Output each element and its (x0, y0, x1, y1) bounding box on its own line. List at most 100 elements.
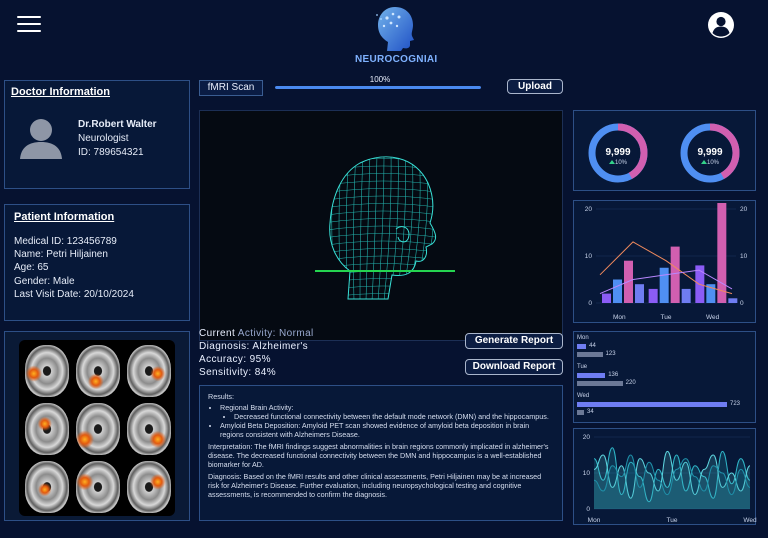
upload-progress-fill (275, 86, 481, 89)
hbar-value-label: 723 (730, 401, 741, 407)
doctor-name: Dr.Robert Walter (78, 119, 157, 130)
mesh-line (329, 165, 436, 172)
hbar-category-label: Mon (577, 335, 589, 341)
bar (681, 288, 691, 303)
mesh-line (329, 210, 436, 217)
mri-slice[interactable] (127, 403, 171, 455)
mri-slice[interactable] (127, 345, 171, 397)
brain-head-logo-icon (376, 7, 414, 51)
bar (648, 288, 658, 303)
mri-slice[interactable] (76, 461, 120, 513)
interpretation-text: Interpretation: The fMRI findings sugges… (208, 442, 549, 469)
hbar-category-label: Wed (577, 393, 590, 399)
mri-slice[interactable] (25, 403, 69, 455)
mesh-line (329, 263, 436, 269)
mesh-line (401, 156, 414, 300)
doctor-details: Dr.Robert Walter Neurologist ID: 7896543… (78, 118, 157, 160)
y-tick-label: 10 (583, 470, 591, 477)
mri-slice-grid (19, 340, 175, 516)
app-logo: NEUROCOGNIAI (355, 4, 437, 66)
scan-3d-viewer[interactable] (199, 110, 563, 341)
x-tick-label: Tue (667, 517, 678, 524)
hbar-value-label: 34 (587, 409, 594, 415)
y-tick-label: 0 (586, 506, 590, 513)
mri-slice[interactable] (76, 403, 120, 455)
hbar-value-label: 136 (608, 372, 619, 378)
mri-slice[interactable] (76, 345, 120, 397)
hbar (577, 344, 587, 349)
diagnosis-text: Diagnosis: Based on the fMRI results and… (208, 472, 542, 499)
mesh-line (329, 203, 436, 209)
regional-activity-heading: Regional Brain Activity: (220, 403, 294, 412)
patient-gender: Gender: Male (14, 275, 75, 287)
hbar (577, 381, 623, 386)
mri-slices-panel (4, 331, 190, 521)
hbar-value-label: 44 (589, 343, 596, 349)
amyloid-item: Amyloid Beta Deposition: Amyloid PET sca… (220, 421, 554, 439)
diagnosis-summary: Current Activity: Normal Diagnosis: Alzh… (199, 327, 314, 379)
mri-slice[interactable] (25, 345, 69, 397)
upload-button[interactable]: Upload (507, 79, 563, 94)
results-panel: Results: Regional Brain Activity: Decrea… (199, 385, 563, 521)
doctor-id: ID: 789654321 (78, 147, 144, 158)
hbar-chart: Mon 44 123 Tue 136 220 Wed 723 34 (574, 332, 757, 424)
bar (635, 284, 644, 303)
activity-label: Current (199, 328, 236, 339)
doctor-avatar-icon (20, 119, 62, 159)
patient-medical-id: Medical ID: 123456789 (14, 236, 117, 247)
generate-report-button[interactable]: Generate Report (465, 333, 563, 349)
kpi-donuts: 9,999 10% 9,999 10% (588, 123, 740, 183)
y-tick-label-right: 20 (740, 206, 748, 213)
results-heading: Results: (208, 392, 234, 401)
mesh-line (338, 156, 343, 300)
mesh-line (329, 188, 436, 194)
mesh-line (320, 151, 445, 156)
wireframe-head-icon (320, 151, 445, 300)
y-tick-label: 10 (585, 253, 593, 260)
download-report-button[interactable]: Download Report (465, 359, 563, 375)
x-tick-label: Wed (706, 314, 720, 321)
progress-label: 100% (369, 75, 391, 84)
x-tick-label: Mon (613, 314, 626, 321)
results-list: Regional Brain Activity: Decreased funct… (220, 403, 554, 439)
mesh-line (329, 278, 436, 284)
hbar (577, 402, 727, 407)
slice-indicator-line[interactable] (315, 270, 455, 272)
menu-button[interactable] (17, 14, 41, 34)
kpi-value: 9,999 (605, 147, 630, 158)
bar (728, 298, 738, 303)
upload-progress-bar (275, 86, 481, 89)
mesh-line (407, 156, 421, 300)
accuracy-line: Accuracy: 95% (199, 354, 271, 365)
y-tick-label: 20 (585, 206, 593, 213)
hbar (577, 352, 603, 357)
scan-type-tab[interactable]: fMRI Scan (199, 80, 263, 96)
y-tick-label: 0 (588, 300, 592, 307)
user-circle-icon (708, 12, 734, 38)
x-tick-label: Tue (661, 314, 672, 321)
mesh-line (353, 156, 357, 300)
mri-slice[interactable] (127, 461, 171, 513)
kpi-value: 9,999 (697, 147, 722, 158)
profile-button[interactable] (707, 11, 735, 39)
bar-chart: 0 0 10 10 20 20 Mon Tue Wed (585, 203, 748, 321)
kpi-donut: 9,999 10% (680, 123, 740, 183)
diagnosis-line: Diagnosis: Alzheimer's (199, 341, 309, 352)
bar-chart-panel: 0 0 10 10 20 20 Mon Tue Wed (573, 200, 756, 323)
bar (602, 293, 611, 303)
kpi-delta: 10% (707, 160, 720, 166)
sensitivity-line: Sensitivity: 84% (199, 367, 276, 378)
bar (613, 279, 622, 303)
hbar-value-label: 220 (625, 380, 636, 386)
hbar (577, 373, 606, 378)
mri-slice[interactable] (25, 461, 69, 513)
patient-info-title: Patient Information (14, 211, 115, 223)
bar (717, 203, 727, 303)
doctor-info-panel: Doctor Information Dr.Robert Walter Neur… (4, 80, 190, 189)
line-chart-panel: 0 10 20 Mon Tue Wed (573, 428, 757, 525)
hbar-category-label: Tue (577, 364, 588, 370)
line-chart: 0 10 20 Mon Tue Wed (583, 434, 757, 524)
mesh-line (413, 156, 428, 300)
activity-value: Activity: Normal (237, 328, 314, 339)
mesh-line (329, 293, 436, 299)
